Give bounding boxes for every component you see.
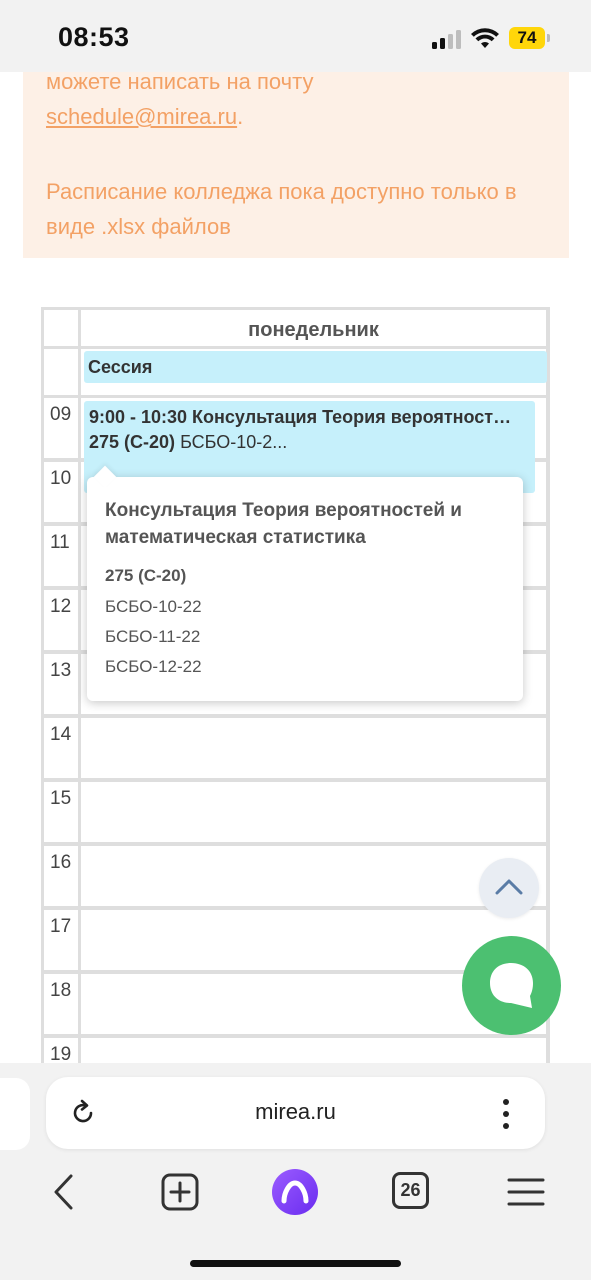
hour-label: 17 bbox=[44, 910, 78, 970]
home-indicator bbox=[190, 1260, 401, 1267]
battery-icon: 74 bbox=[509, 27, 553, 49]
tabs-count-button[interactable]: 26 bbox=[392, 1172, 429, 1209]
hour-label: 11 bbox=[44, 526, 78, 586]
cellular-signal-icon bbox=[432, 29, 462, 49]
notice-box: можете написать на почту schedule@mirea.… bbox=[23, 69, 569, 258]
status-bar: 08:53 74 bbox=[0, 0, 591, 72]
day-label: понедельник bbox=[248, 319, 379, 341]
hour-slot[interactable] bbox=[81, 846, 546, 906]
hour-label: 12 bbox=[44, 590, 78, 650]
event-title: 9:00 - 10:30 Консультация Теория вероятн… bbox=[89, 407, 512, 427]
hour-label: 18 bbox=[44, 974, 78, 1034]
hour-label: 16 bbox=[44, 846, 78, 906]
session-event[interactable]: Сессия bbox=[84, 351, 547, 383]
address-bar[interactable]: mirea.ru bbox=[46, 1077, 545, 1149]
popover-room: 275 (С-20) bbox=[105, 566, 187, 585]
event-room: 275 (С-20) bbox=[89, 432, 176, 452]
new-tab-icon[interactable] bbox=[160, 1172, 200, 1212]
college-note: Расписание колледжа пока доступно только… bbox=[46, 179, 517, 239]
popover-group: БСБО-12-22 bbox=[105, 657, 202, 676]
all-day-label-cell bbox=[44, 349, 78, 395]
event-groups: БСБО-10-2... bbox=[180, 432, 288, 452]
day-header: понедельник bbox=[81, 310, 546, 346]
chat-bubble-icon bbox=[490, 963, 533, 1008]
previous-tab-preview[interactable] bbox=[0, 1078, 30, 1150]
hour-label: 10 bbox=[44, 462, 78, 522]
chevron-up-icon bbox=[495, 879, 523, 895]
more-menu-icon[interactable] bbox=[500, 1097, 512, 1131]
clock: 08:53 bbox=[58, 22, 130, 52]
table-corner bbox=[44, 310, 78, 346]
hour-label: 15 bbox=[44, 782, 78, 842]
back-icon[interactable] bbox=[44, 1172, 84, 1212]
email-link[interactable]: schedule@mirea.ru bbox=[46, 104, 237, 129]
hour-label: 13 bbox=[44, 654, 78, 714]
event-details: 275 (С-20) БСБО-10-2... bbox=[89, 432, 287, 453]
battery-level: 74 bbox=[509, 27, 545, 49]
session-event-label: Сессия bbox=[88, 357, 153, 377]
hour-label: 09 bbox=[44, 398, 78, 458]
hour-slot[interactable] bbox=[81, 718, 546, 778]
hour-label: 14 bbox=[44, 718, 78, 778]
popover-group: БСБО-10-22 bbox=[105, 597, 202, 616]
chat-button[interactable] bbox=[462, 936, 561, 1035]
event-popover: Консультация Теория вероятностей и матем… bbox=[87, 465, 523, 701]
scroll-to-top-button[interactable] bbox=[479, 858, 539, 918]
email-suffix: . bbox=[237, 104, 244, 129]
alice-assistant-icon[interactable] bbox=[271, 1168, 319, 1216]
popover-group: БСБО-11-22 bbox=[105, 627, 201, 646]
hamburger-menu-icon[interactable] bbox=[506, 1172, 546, 1212]
wifi-icon bbox=[471, 28, 499, 48]
url-text: mirea.ru bbox=[255, 1099, 336, 1124]
popover-title: Консультация Теория вероятностей и матем… bbox=[105, 500, 462, 548]
notice-contact: можете написать на почту schedule@mirea.… bbox=[46, 64, 546, 134]
notice-contact-text: можете написать на почту bbox=[46, 69, 314, 94]
hour-slot[interactable] bbox=[81, 782, 546, 842]
